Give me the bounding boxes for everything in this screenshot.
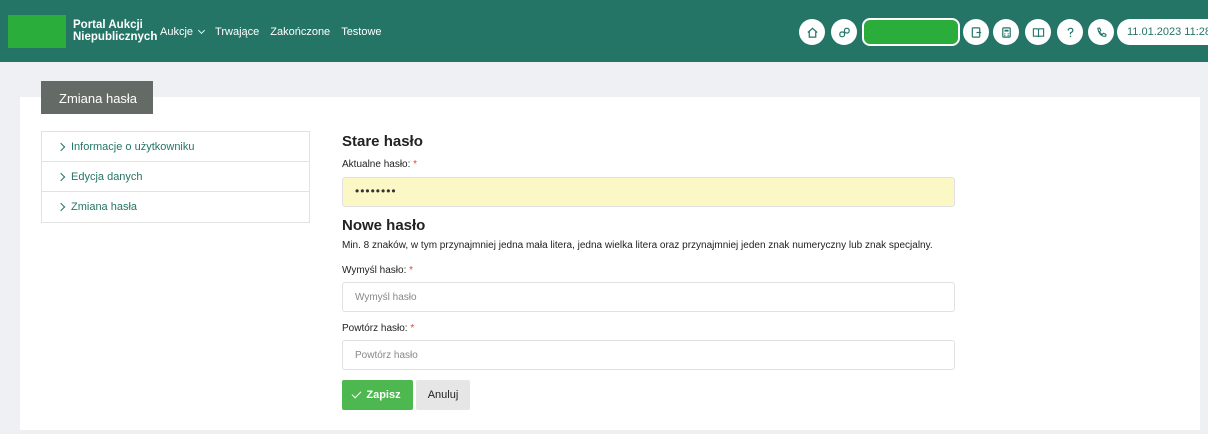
sidebar-item-edit-data[interactable]: Edycja danych <box>42 162 309 192</box>
logout-icon <box>971 26 981 38</box>
phone-icon <box>1096 26 1107 37</box>
required-mark: * <box>413 159 418 170</box>
link-icon <box>838 27 850 37</box>
check-icon <box>351 388 362 399</box>
book-icon <box>1032 27 1044 37</box>
top-navbar: Portal Aukcji Niepublicznych Aukcje Trwa… <box>0 0 1208 62</box>
repeat-password-field[interactable]: Powtórz hasło <box>342 340 955 370</box>
nav-item-testowe[interactable]: Testowe <box>341 26 381 38</box>
new-password-label: Wymyśl hasło: * <box>342 265 413 276</box>
calculator-icon <box>1001 26 1011 38</box>
help-icon <box>1067 27 1073 37</box>
nav-item-label: Aukcje <box>160 26 194 38</box>
new-password-heading: Nowe hasło <box>342 217 426 234</box>
required-mark: * <box>409 265 414 276</box>
user-account-box[interactable] <box>862 18 960 46</box>
home-icon <box>806 27 818 38</box>
brand-line-2: Niepublicznych <box>73 31 158 43</box>
current-password-label: Aktualne hasło: * <box>342 159 417 170</box>
brand-title[interactable]: Portal Aukcji Niepublicznych <box>73 19 157 43</box>
chevron-down-icon <box>197 26 206 35</box>
brand-line-1: Portal Aukcji <box>73 19 143 31</box>
datetime-display: 11.01.2023 11:28:50 <box>1117 19 1208 45</box>
sidebar-item-user-info[interactable]: Informacje o użytkowniku <box>42 132 309 162</box>
chevron-right-icon <box>56 172 66 182</box>
book-button[interactable] <box>1025 19 1051 45</box>
chevron-right-icon <box>56 142 66 152</box>
calculator-button[interactable] <box>993 19 1019 45</box>
required-mark: * <box>410 323 415 334</box>
save-button-label: Zapisz <box>366 389 401 401</box>
nav-item-zakonczone[interactable]: Zakończone <box>270 26 330 38</box>
nav-item-aukcje[interactable]: Aukcje <box>160 26 206 38</box>
page-title: Zmiana hasła <box>41 81 153 114</box>
label-text: Wymyśl hasło: <box>342 265 407 276</box>
chevron-right-icon <box>56 202 66 212</box>
label-text: Aktualne hasło: <box>342 159 411 170</box>
sidebar-item-label: Edycja danych <box>71 171 143 183</box>
sidebar-item-label: Informacje o użytkowniku <box>71 141 195 153</box>
logout-button[interactable] <box>963 19 989 45</box>
current-password-field[interactable]: •••••••• <box>342 177 955 207</box>
main-nav: Aukcje Trwające Zakończone Testowe <box>160 26 382 38</box>
old-password-heading: Stare hasło <box>342 133 423 150</box>
save-button[interactable]: Zapisz <box>342 380 413 410</box>
cancel-button[interactable]: Anuluj <box>416 380 470 410</box>
new-password-field[interactable]: Wymyśl hasło <box>342 282 955 312</box>
phone-button[interactable] <box>1088 19 1114 45</box>
logo[interactable] <box>8 15 66 48</box>
home-button[interactable] <box>799 19 825 45</box>
repeat-password-label: Powtórz hasło: * <box>342 323 414 334</box>
sidebar-item-change-password[interactable]: Zmiana hasła <box>42 192 309 222</box>
account-side-menu: Informacje o użytkowniku Edycja danych Z… <box>41 131 310 223</box>
nav-item-trwajace[interactable]: Trwające <box>215 26 259 38</box>
password-requirements-hint: Min. 8 znaków, w tym przynajmniej jedna … <box>342 240 933 251</box>
help-button[interactable] <box>1057 19 1083 45</box>
link-button[interactable] <box>831 19 857 45</box>
label-text: Powtórz hasło: <box>342 323 408 334</box>
sidebar-item-label: Zmiana hasła <box>71 201 138 213</box>
